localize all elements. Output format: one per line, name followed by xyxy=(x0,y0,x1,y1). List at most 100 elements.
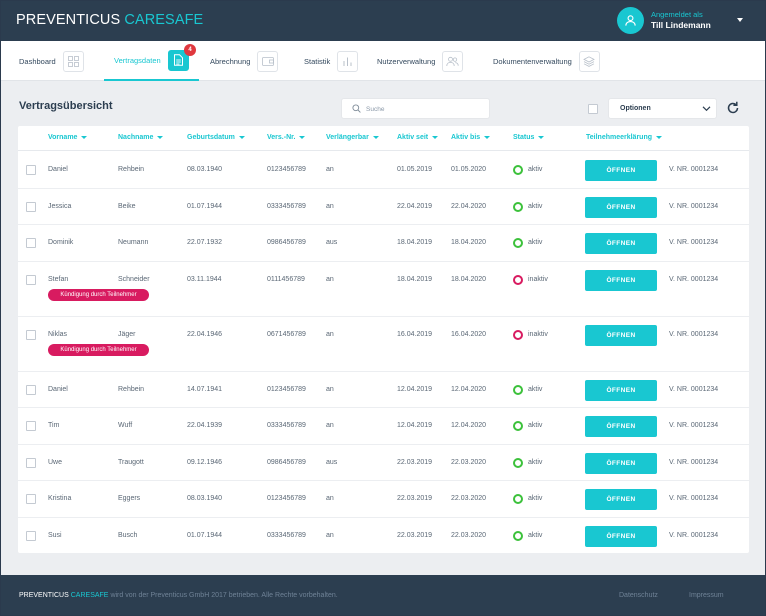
cell-versnr: 0333456789 xyxy=(267,422,306,429)
select-all-checkbox[interactable] xyxy=(588,104,598,114)
footer-copyright: PREVENTICUS CARESAFE wird von der Preven… xyxy=(19,592,338,599)
cell-versnr: 0123456789 xyxy=(267,385,306,393)
row-checkbox[interactable] xyxy=(26,530,36,541)
grid-icon xyxy=(62,50,84,72)
row-checkbox[interactable] xyxy=(26,384,36,395)
cell-aktiv-bis: 22.03.2020 xyxy=(451,495,487,502)
search-box[interactable] xyxy=(341,98,490,119)
cell-geburtsdatum: 01.07.1944 xyxy=(187,202,223,210)
cell-vnr: V. NR. 0001234 xyxy=(669,458,719,466)
table-row: Jessica Beike 01.07.1944 0333456789 an 22.04.… xyxy=(18,189,749,225)
col-header-nachname[interactable]: Nachname xyxy=(118,134,164,141)
cell-verlaengerbar: an xyxy=(326,385,334,393)
table-row: Daniel Rehbein 14.07.1941 0123456789 an 12.04… xyxy=(18,372,749,408)
col-header-teilnehmeerklaerung[interactable]: Teilnehmeerklärung xyxy=(586,134,663,141)
refresh-icon[interactable] xyxy=(726,101,740,115)
cell-nachname: Traugott xyxy=(118,458,144,466)
col-header-aktiv-bis[interactable]: Aktiv bis xyxy=(451,134,491,141)
termination-badge: Kündigung durch Teilnehmer xyxy=(48,343,149,356)
cell-vorname: Susi xyxy=(48,531,62,539)
status-dot-icon xyxy=(513,384,523,395)
cell-verlaengerbar: aus xyxy=(326,239,338,246)
cell-verlaengerbar: an xyxy=(326,495,334,502)
cell-aktiv-seit: 22.04.2019 xyxy=(397,202,433,210)
cell-aktiv-bis: 16.04.2020 xyxy=(451,330,487,338)
nav-dashboard[interactable]: Dashboard xyxy=(19,41,84,81)
col-header-verlaengerbar[interactable]: Verlängerbar xyxy=(326,134,379,141)
cell-aktiv-seit: 01.05.2019 xyxy=(397,166,433,173)
cell-verlaengerbar: an xyxy=(326,202,334,210)
open-button[interactable]: ÖFFNEN xyxy=(585,196,657,218)
row-checkbox[interactable] xyxy=(26,201,36,212)
footer-link-impressum[interactable]: Impressum xyxy=(689,592,724,599)
layers-icon xyxy=(578,50,600,72)
cell-versnr: 0123456789 xyxy=(267,166,306,173)
nav-statistik[interactable]: Statistik xyxy=(304,41,359,81)
open-button[interactable]: ÖFFNEN xyxy=(585,452,657,474)
cell-geburtsdatum: 08.03.1940 xyxy=(187,166,223,173)
open-button[interactable]: ÖFFNEN xyxy=(585,379,657,401)
options-dropdown[interactable]: Optionen xyxy=(608,98,717,119)
footer-text: wird von der Preventicus GmbH 2017 betri… xyxy=(110,592,338,599)
column-label: Teilnehmeerklärung xyxy=(586,134,653,141)
table-row: Niklas Jäger 22.04.1946 0671456789 an 16.04.2… xyxy=(18,317,749,372)
cell-status: aktiv xyxy=(528,495,543,502)
nav-dokumentenverwaltung[interactable]: Dokumentenverwaltung xyxy=(493,41,600,81)
user-menu[interactable]: Angemeldet als Till Lindemann xyxy=(651,10,711,31)
sort-caret-icon xyxy=(372,135,379,139)
cell-aktiv-seit: 22.03.2019 xyxy=(397,458,433,466)
cell-nachname: Jäger xyxy=(118,330,136,338)
row-checkbox[interactable] xyxy=(26,421,36,431)
nav-nutzerverwaltung[interactable]: Nutzerverwaltung xyxy=(377,41,464,81)
column-label: Geburtsdatum xyxy=(187,134,235,141)
open-button[interactable]: ÖFFNEN xyxy=(585,416,657,437)
chevron-down-icon[interactable] xyxy=(737,18,743,22)
cell-status: aktiv xyxy=(528,166,543,173)
row-checkbox[interactable] xyxy=(26,329,36,340)
nav-abrechnung[interactable]: Abrechnung xyxy=(210,41,279,81)
open-button[interactable]: ÖFFNEN xyxy=(585,269,657,291)
open-button[interactable]: ÖFFNEN xyxy=(585,525,657,547)
cell-aktiv-bis: 18.04.2020 xyxy=(451,239,487,246)
cell-aktiv-seit: 22.03.2019 xyxy=(397,531,433,539)
cell-aktiv-seit: 16.04.2019 xyxy=(397,330,433,338)
sort-caret-icon xyxy=(538,135,545,139)
cell-aktiv-bis: 12.04.2020 xyxy=(451,422,487,429)
col-header-status[interactable]: Status xyxy=(513,134,545,141)
column-label: Vorname xyxy=(48,134,78,141)
cell-vorname: Kristina xyxy=(48,495,72,502)
search-input[interactable] xyxy=(366,102,484,116)
cell-vnr: V. NR. 0001234 xyxy=(669,495,719,502)
column-label: Aktiv seit xyxy=(397,134,429,141)
cell-status: aktiv xyxy=(528,458,543,466)
status-dot-icon xyxy=(513,201,523,212)
cell-geburtsdatum: 14.07.1941 xyxy=(187,385,223,393)
brand-logo[interactable]: PREVENTICUS CARESAFE xyxy=(16,12,203,28)
row-checkbox[interactable] xyxy=(26,165,36,175)
sort-caret-icon xyxy=(238,135,245,139)
open-button[interactable]: ÖFFNEN xyxy=(585,233,657,254)
row-checkbox[interactable] xyxy=(26,238,36,248)
chevron-down-icon xyxy=(702,106,711,112)
nav-label: Dashboard xyxy=(19,56,56,66)
col-header-vorname[interactable]: Vorname xyxy=(48,134,88,141)
open-button[interactable]: ÖFFNEN xyxy=(585,324,657,346)
footer-link-datenschutz[interactable]: Datenschutz xyxy=(619,592,658,599)
cell-vnr: V. NR. 0001234 xyxy=(669,239,719,246)
col-header-geburtsdatum[interactable]: Geburtsdatum xyxy=(187,134,245,141)
cell-versnr: 0671456789 xyxy=(267,330,306,338)
row-checkbox[interactable] xyxy=(26,494,36,504)
col-header-versnr[interactable]: Vers.-Nr. xyxy=(267,134,306,141)
row-checkbox[interactable] xyxy=(26,457,36,468)
col-header-aktiv-seit[interactable]: Aktiv seit xyxy=(397,134,439,141)
cell-versnr: 0111456789 xyxy=(267,275,305,283)
row-checkbox[interactable] xyxy=(26,274,36,285)
cell-geburtsdatum: 08.03.1940 xyxy=(187,495,223,502)
open-button[interactable]: ÖFFNEN xyxy=(585,489,657,510)
sort-caret-icon xyxy=(656,135,663,139)
cell-aktiv-seit: 18.04.2019 xyxy=(397,275,433,283)
status-dot-icon xyxy=(513,329,523,340)
user-avatar-icon[interactable] xyxy=(617,7,644,34)
open-button[interactable]: ÖFFNEN xyxy=(585,160,657,181)
cell-nachname: Neumann xyxy=(118,239,149,246)
